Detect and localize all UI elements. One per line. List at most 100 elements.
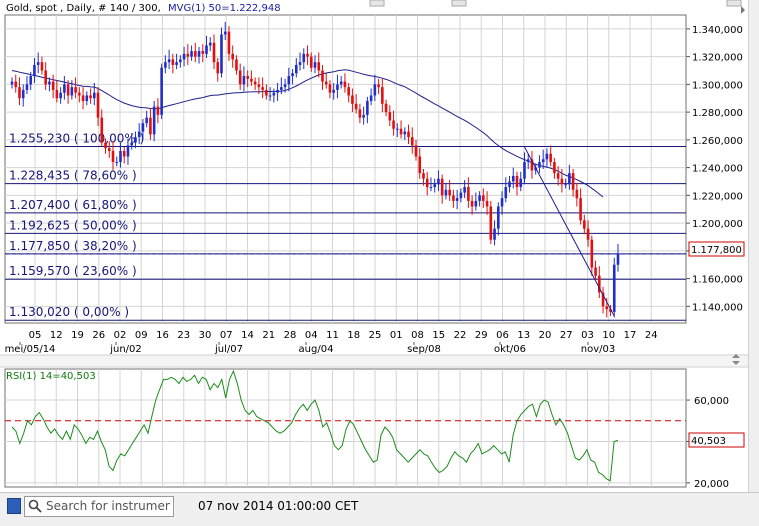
candle-body (485, 200, 489, 207)
candle-body (287, 76, 291, 85)
price-tick-label: 1.300,000 (692, 80, 743, 91)
month-label: okt/06 (494, 344, 526, 355)
candle-body (190, 51, 193, 57)
candle-body (388, 112, 392, 121)
date-tick-label: 08 (411, 330, 424, 341)
candle-body (48, 81, 51, 85)
fibonacci-label: 1.192,625 ( 50,00% ) (9, 218, 137, 232)
candle-body (403, 131, 407, 135)
minimize-panel-icon[interactable] (369, 0, 385, 7)
candle-body (115, 162, 119, 164)
candle-body (586, 228, 590, 240)
candle-body (583, 220, 586, 229)
chart-canvas[interactable]: 1.255,230 ( 100,00% ) 1.228,435 ( 78,60% … (0, 0, 759, 492)
candle-body (18, 87, 21, 99)
date-tick-label: 07 (220, 330, 233, 341)
candle-body (508, 181, 511, 188)
candle-body (156, 106, 160, 115)
candle-body (306, 53, 309, 57)
candle-body (437, 178, 440, 185)
date-tick-label: 29 (475, 330, 488, 341)
candle-body (511, 175, 515, 182)
candle-body (242, 76, 246, 85)
fibonacci-label: 1.207,400 ( 61,80% ) (9, 198, 137, 212)
date-tick-label: 01 (390, 330, 403, 341)
candle-body (186, 53, 190, 57)
cursor-datetime: 07 nov 2014 01:00:00 CET (198, 499, 359, 513)
price-tick-label: 1.340,000 (692, 25, 743, 36)
candle-body (324, 81, 328, 85)
rsi-value-label: 40,503 (691, 436, 726, 447)
candle-body (381, 87, 384, 104)
candle-body (541, 159, 545, 163)
candle-body (579, 198, 582, 221)
candle-body (246, 76, 249, 79)
candle-body (425, 178, 429, 188)
date-tick-label: 17 (624, 330, 637, 341)
expand-right-icon[interactable] (741, 6, 745, 14)
candle-body (339, 81, 343, 85)
date-tick-label: 21 (262, 330, 275, 341)
candle (489, 200, 493, 244)
price-tick-label: 1.140,000 (692, 302, 743, 313)
candle-body (134, 137, 137, 143)
candle-body (351, 95, 354, 104)
vertical-scrollbar[interactable] (748, 0, 759, 492)
candle-body (407, 131, 410, 138)
price-tick-label: 1.220,000 (692, 191, 743, 202)
candle-body (440, 178, 444, 196)
candle-body (519, 178, 523, 188)
month-label: jun/02 (109, 344, 142, 355)
price-tick-label: 1.160,000 (692, 275, 743, 286)
candle-body (377, 84, 380, 88)
candle-body (40, 62, 44, 71)
date-tick-label: 25 (369, 330, 382, 341)
candle-body (553, 162, 556, 174)
rsi-panel[interactable] (4, 368, 687, 488)
candle-body (384, 103, 388, 113)
candle-body (489, 206, 493, 240)
date-tick-label: 14 (241, 330, 254, 341)
date-tick-label: 09 (135, 330, 148, 341)
date-tick-label: 02 (114, 330, 127, 341)
candle-body (216, 62, 220, 74)
panel-splitter[interactable] (0, 355, 748, 367)
candle-body (268, 95, 272, 97)
candle-body (283, 84, 287, 88)
candle-body (205, 45, 208, 54)
fibonacci-label: 1.228,435 ( 78,60% ) (9, 169, 137, 183)
candle-body (568, 173, 571, 185)
candle-body (594, 267, 597, 276)
candle-body (122, 150, 126, 157)
candle-body (137, 131, 141, 138)
candle-body (343, 81, 347, 88)
instrument-title: Gold, spot , Daily, # 140 / 300, (6, 3, 161, 14)
candle-body (504, 187, 508, 199)
candle-body (616, 253, 620, 265)
menu-icon[interactable] (7, 498, 21, 514)
date-tick-label: 30 (199, 330, 212, 341)
maximize-panel-icon[interactable] (451, 0, 467, 7)
candle-body (482, 195, 485, 201)
candle-body (55, 89, 59, 99)
candle-body (328, 84, 332, 93)
candle-body (467, 187, 470, 201)
candle-body (175, 62, 178, 65)
candle-body (100, 117, 104, 143)
search-input[interactable] (46, 497, 170, 514)
candle-body (362, 114, 365, 118)
candle-body (238, 70, 242, 85)
candle-body (119, 150, 122, 163)
search-field[interactable] (24, 496, 174, 517)
candle-body (10, 81, 14, 85)
price-tick-label: 1.280,000 (692, 108, 743, 119)
candle-body (171, 59, 175, 65)
candle-body (433, 184, 437, 188)
month-label: aug/04 (299, 344, 334, 355)
candle-body (74, 87, 77, 93)
candle-body (422, 173, 425, 179)
candle-body (182, 53, 186, 60)
candle-body (549, 153, 552, 163)
close-panel-icon[interactable] (726, 0, 742, 7)
candle-body (474, 200, 478, 207)
